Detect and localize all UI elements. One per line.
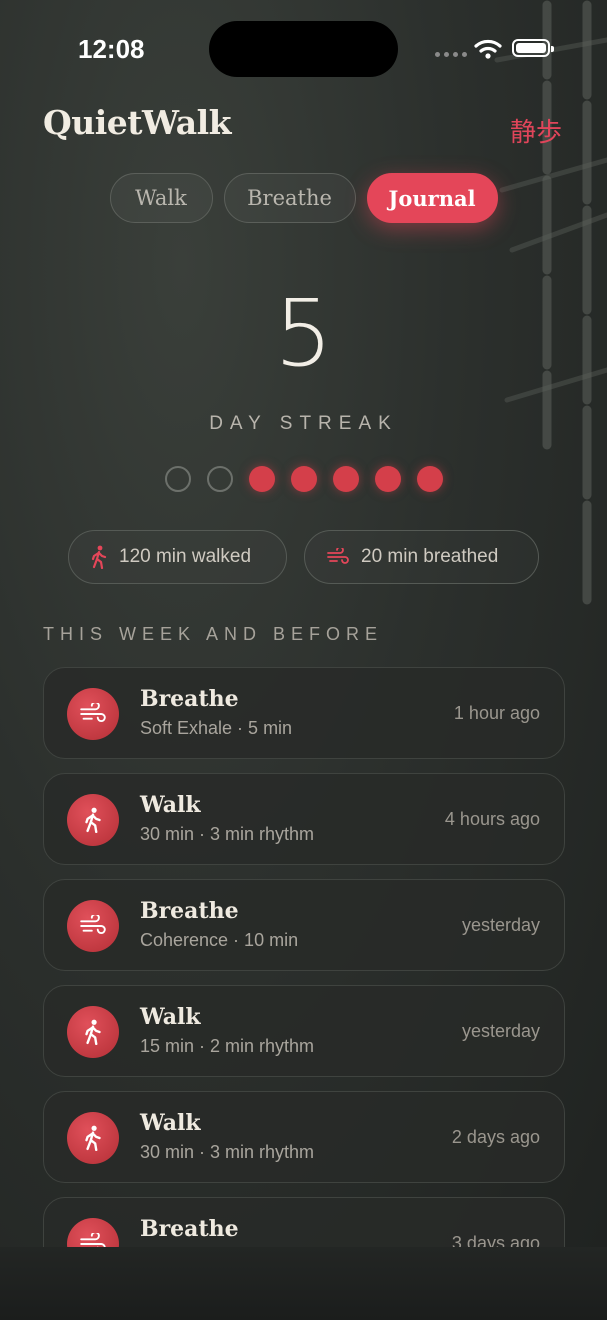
app-title: QuietWalk bbox=[43, 103, 232, 142]
entry-title: Walk bbox=[140, 1004, 201, 1030]
wind-icon bbox=[80, 703, 106, 722]
signal-icon bbox=[435, 52, 467, 57]
wifi-icon bbox=[474, 39, 502, 59]
streak-day-dot bbox=[290, 466, 317, 492]
entry-title: Breathe bbox=[140, 686, 239, 712]
entry-title: Breathe bbox=[140, 898, 239, 924]
journal-entry[interactable]: Walk 15 min · 2 min rhythm yesterday bbox=[43, 985, 565, 1077]
streak-day-dot bbox=[164, 466, 191, 492]
entry-time: yesterday bbox=[461, 1021, 540, 1041]
entry-title: Breathe bbox=[140, 1216, 239, 1242]
breathe-badge bbox=[67, 688, 119, 740]
walking-icon bbox=[85, 1019, 101, 1045]
entry-title: Walk bbox=[140, 1110, 201, 1136]
journal-entry[interactable]: Breathe 3 days ago bbox=[43, 1197, 565, 1247]
walking-icon bbox=[91, 545, 107, 569]
entry-time: yesterday bbox=[461, 915, 540, 935]
walk-badge bbox=[67, 1006, 119, 1058]
stats-row: 120 min walked 20 min breathed bbox=[0, 530, 607, 584]
entry-time: 4 hours ago bbox=[444, 809, 540, 829]
streak-label: DAY STREAK bbox=[209, 413, 398, 434]
streak-day-dots bbox=[0, 466, 607, 492]
walked-stat-text: 120 min walked bbox=[119, 546, 252, 567]
streak-day-dot bbox=[374, 466, 401, 492]
walk-badge bbox=[67, 794, 119, 846]
breathe-badge bbox=[67, 1218, 119, 1247]
journal-entry[interactable]: Breathe Coherence · 10 min yesterday bbox=[43, 879, 565, 971]
entry-time: 1 hour ago bbox=[453, 703, 540, 723]
battery-icon bbox=[512, 39, 554, 57]
walk-badge bbox=[67, 1112, 119, 1164]
tab-bar: Walk Breathe Journal bbox=[0, 173, 607, 223]
tab-journal[interactable]: Journal bbox=[366, 173, 498, 223]
status-bar: 12:08 bbox=[0, 0, 607, 100]
journal-list: Breathe Soft Exhale · 5 min 1 hour ago W… bbox=[43, 667, 565, 1247]
streak-day-dot bbox=[416, 466, 443, 492]
bottom-fade bbox=[0, 1247, 607, 1320]
streak-day-dot bbox=[332, 466, 359, 492]
streak-count: 5 bbox=[274, 280, 333, 387]
walking-icon bbox=[85, 807, 101, 833]
entry-time: 2 days ago bbox=[451, 1127, 540, 1147]
walked-stat-pill: 120 min walked bbox=[68, 530, 287, 584]
entry-title: Walk bbox=[140, 792, 201, 818]
walking-icon bbox=[85, 1125, 101, 1151]
tab-walk[interactable]: Walk bbox=[109, 173, 213, 223]
journal-entry[interactable]: Walk 30 min · 3 min rhythm 4 hours ago bbox=[43, 773, 565, 865]
breathed-stat-pill: 20 min breathed bbox=[304, 530, 539, 584]
entry-detail: 30 min · 3 min rhythm bbox=[140, 824, 315, 844]
wind-icon bbox=[327, 548, 349, 564]
journal-entry[interactable]: Breathe Soft Exhale · 5 min 1 hour ago bbox=[43, 667, 565, 759]
streak-day-dot bbox=[206, 466, 233, 492]
section-title: THIS WEEK AND BEFORE bbox=[43, 624, 384, 644]
tab-breathe[interactable]: Breathe bbox=[223, 173, 356, 223]
entry-detail: Coherence · 10 min bbox=[140, 930, 299, 950]
app-kanji-title: 静歩 bbox=[509, 118, 562, 148]
entry-time: 3 days ago bbox=[451, 1233, 540, 1247]
breathed-stat-text: 20 min breathed bbox=[361, 546, 499, 567]
status-time: 12:08 bbox=[78, 34, 145, 64]
dynamic-island bbox=[209, 21, 398, 77]
breathe-badge bbox=[67, 900, 119, 952]
entry-detail: Soft Exhale · 5 min bbox=[140, 718, 293, 738]
wind-icon bbox=[80, 1233, 106, 1247]
streak-day-dot bbox=[248, 466, 275, 492]
journal-entry[interactable]: Walk 30 min · 3 min rhythm 2 days ago bbox=[43, 1091, 565, 1183]
wind-icon bbox=[80, 915, 106, 934]
entry-detail: 30 min · 3 min rhythm bbox=[140, 1142, 315, 1162]
entry-detail: 15 min · 2 min rhythm bbox=[140, 1036, 315, 1056]
